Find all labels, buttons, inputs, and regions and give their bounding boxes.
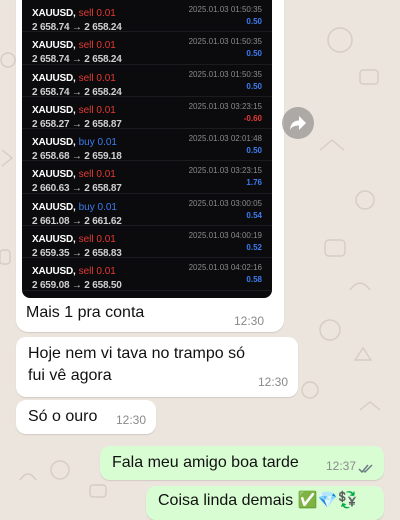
trade-profit: 0.52 — [246, 243, 262, 253]
trade-side: sell 0.01 — [78, 104, 116, 116]
trade-profit: 0.58 — [246, 275, 262, 285]
trade-row: XAUUSD, buy 0.01 2 658.68 → 2 659.18 2025.0… — [22, 129, 272, 162]
trade-timestamp: 2025.01.03 01:50:35 — [188, 5, 262, 14]
message-time: 12:30 — [233, 314, 264, 328]
message-bubble-outgoing[interactable]: Coisa linda demais ✅💎💱 — [146, 486, 384, 520]
trade-symbol: XAUUSD, — [32, 40, 76, 52]
trade-timestamp: 2025.01.03 01:50:35 — [188, 69, 262, 79]
message-bubble-incoming[interactable]: Só o ouro 12:30 — [16, 400, 156, 434]
trade-symbol: XAUUSD, — [32, 201, 76, 213]
message-time: 12:30 — [115, 413, 146, 427]
forward-button[interactable] — [282, 107, 314, 139]
trade-symbol: XAUUSD, — [32, 8, 76, 19]
trade-side: sell 0.01 — [78, 8, 116, 19]
message-time: 12:30 — [257, 375, 288, 389]
message-text: Coisa linda demais ✅💎💱 — [158, 492, 358, 509]
image-message-bubble[interactable]: XAUUSD, sell 0.01 2 658.74 → 2 658.24 2025.… — [16, 0, 284, 332]
trade-timestamp: 2025.01.03 03:23:15 — [188, 166, 262, 176]
image-caption: Mais 1 pra conta — [26, 304, 145, 321]
trade-history-screenshot[interactable]: XAUUSD, sell 0.01 2 658.74 → 2 658.24 2025.… — [22, 0, 272, 298]
trade-timestamp: 2025.01.03 02:01:48 — [188, 134, 262, 144]
trade-row: XAUUSD, sell 0.01 2 658.74 → 2 658.24 2025.… — [22, 65, 272, 98]
trade-side: sell 0.01 — [78, 72, 116, 84]
trade-timestamp: 2025.01.03 04:00:19 — [188, 231, 262, 241]
trade-row: XAUUSD, sell 0.01 2 659.08 → 2 658.50 2025.… — [22, 258, 272, 292]
trade-profit: 0.50 — [246, 81, 262, 91]
trade-side: sell 0.01 — [78, 234, 116, 246]
trade-side: buy 0.01 — [78, 201, 117, 213]
trade-profit: 0.54 — [246, 210, 262, 220]
trade-symbol: XAUUSD, — [32, 266, 76, 278]
trade-symbol: XAUUSD, — [32, 169, 76, 181]
trade-row: XAUUSD, buy 0.01 2 661.08 → 2 661.62 2025.0… — [22, 194, 272, 227]
trade-profit: 0.50 — [246, 17, 262, 26]
trade-row: XAUUSD, sell 0.01 2 658.74 → 2 658.24 2025.… — [22, 32, 272, 65]
message-bubble-incoming[interactable]: Hoje nem vi tava no trampo só fui vê ago… — [16, 337, 298, 397]
trade-timestamp: 2025.01.03 04:02:16 — [188, 263, 262, 273]
trade-symbol: XAUUSD, — [32, 104, 76, 116]
trade-side: buy 0.01 — [78, 137, 117, 149]
trade-side: sell 0.01 — [78, 169, 116, 181]
forward-icon — [290, 116, 306, 130]
trade-side: sell 0.01 — [78, 40, 116, 52]
trade-timestamp: 2025.01.03 01:50:35 — [188, 37, 262, 47]
trade-profit: 0.50 — [246, 146, 262, 156]
trade-timestamp: 2025.01.03 03:00:05 — [188, 198, 262, 208]
double-check-icon — [358, 464, 373, 474]
trade-prices: 2 659.08 → 2 658.50 — [32, 280, 122, 292]
trade-row: XAUUSD, sell 0.01 2 660.63 → 2 658.87 2025.… — [22, 161, 272, 194]
trade-row: XAUUSD, sell 0.01 2 658.27 → 2 658.87 2025.… — [22, 97, 272, 130]
trade-symbol: XAUUSD, — [32, 72, 76, 84]
trade-symbol: XAUUSD, — [32, 137, 76, 149]
message-time: 12:37 — [325, 459, 356, 473]
trade-symbol: XAUUSD, — [32, 234, 76, 246]
message-bubble-outgoing[interactable]: Fala meu amigo boa tarde 12:37 — [100, 446, 384, 480]
message-text: Hoje nem vi tava no trampo só fui vê ago… — [28, 345, 245, 384]
trade-profit: -0.60 — [243, 113, 262, 123]
trade-side: sell 0.01 — [78, 266, 116, 278]
trade-row: XAUUSD, sell 0.01 2 658.74 → 2 658.24 2025.… — [22, 0, 272, 33]
trade-profit: 1.76 — [246, 178, 262, 188]
trade-row: XAUUSD, sell 0.01 2 659.35 → 2 658.83 2025.… — [22, 226, 272, 259]
trade-timestamp: 2025.01.03 03:23:15 — [188, 101, 262, 111]
trade-profit: 0.50 — [246, 49, 262, 59]
